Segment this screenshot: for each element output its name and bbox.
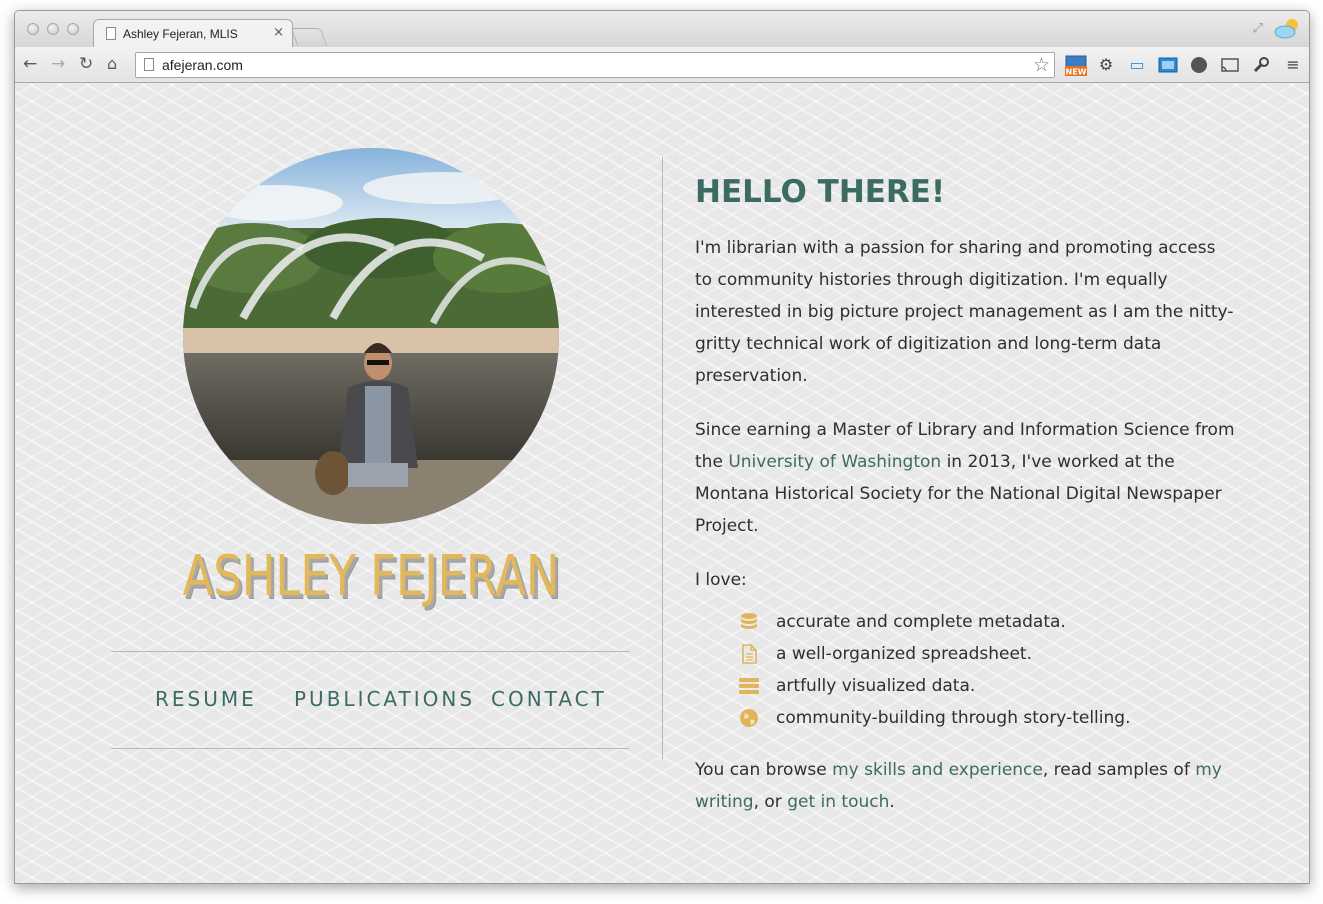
skills-link[interactable]: my skills and experience xyxy=(832,760,1043,780)
page-icon xyxy=(144,58,154,71)
university-link[interactable]: University of Washington xyxy=(728,452,941,472)
document-icon xyxy=(742,644,757,664)
weather-icon[interactable] xyxy=(1273,16,1301,40)
screenshot-icon[interactable] xyxy=(1158,55,1178,75)
education-paragraph: Since earning a Master of Library and In… xyxy=(695,420,1235,536)
nav-bottom-rule xyxy=(111,748,629,749)
list-item: community-building through story-telling… xyxy=(739,702,1235,734)
address-bar[interactable]: afejeran.com ☆ xyxy=(135,52,1055,78)
compass-icon[interactable] xyxy=(1189,55,1209,75)
contact-link[interactable]: get in touch xyxy=(787,792,889,812)
home-icon[interactable]: ⌂ xyxy=(107,54,117,74)
profile-photo xyxy=(183,148,559,524)
title-bar: Ashley Fejeran, MLIS × ⤢ xyxy=(15,11,1309,48)
browser-tab[interactable]: Ashley Fejeran, MLIS × xyxy=(93,19,293,48)
love-label: I love: xyxy=(695,570,747,590)
nav-resume-link[interactable]: RESUME xyxy=(155,687,257,711)
forward-icon[interactable]: → xyxy=(51,54,65,74)
close-window-button[interactable] xyxy=(27,23,39,35)
browser-window: Ashley Fejeran, MLIS × ⤢ ← → ↻ ⌂ afejera… xyxy=(14,10,1310,884)
extension-new-icon[interactable]: NEW xyxy=(1065,55,1087,77)
list-item: accurate and complete metadata. xyxy=(739,606,1235,638)
folder-icon[interactable]: ▭ xyxy=(1127,55,1147,75)
star-icon[interactable]: ☆ xyxy=(1033,54,1050,76)
globe-icon xyxy=(740,709,758,727)
zoom-window-button[interactable] xyxy=(67,23,79,35)
cast-icon[interactable] xyxy=(1220,55,1240,75)
fullscreen-icon[interactable]: ⤢ xyxy=(1253,21,1263,36)
reload-icon[interactable]: ↻ xyxy=(79,54,93,74)
new-tab-button[interactable] xyxy=(290,28,328,46)
url-text[interactable]: afejeran.com xyxy=(162,57,243,73)
nav-publications-link[interactable]: PUBLICATIONS xyxy=(294,687,475,711)
extension-badge: NEW xyxy=(1066,68,1087,77)
intro-paragraph: I'm librarian with a passion for sharing… xyxy=(695,238,1234,386)
menu-icon[interactable]: ≡ xyxy=(1283,55,1303,75)
browser-toolbar: ← → ↻ ⌂ afejeran.com ☆ NEW ⚙ ▭ ≡ xyxy=(15,47,1309,83)
profile-name: ASHLEY FEJERAN xyxy=(182,544,560,609)
back-icon[interactable]: ← xyxy=(23,54,37,74)
column-divider xyxy=(662,157,663,759)
list-item: artfully visualized data. xyxy=(739,670,1235,702)
web-page: ASHLEY FEJERAN RESUME PUBLICATIONS CONTA… xyxy=(15,84,1309,883)
page-icon xyxy=(106,27,116,40)
nav-contact-link[interactable]: CONTACT xyxy=(491,687,607,711)
close-icon[interactable]: × xyxy=(273,25,284,40)
database-icon xyxy=(741,613,757,629)
intro-heading: HELLO THERE! xyxy=(695,174,946,210)
wrench-icon[interactable] xyxy=(1251,55,1271,75)
love-list: accurate and complete metadata. a well-o… xyxy=(739,606,1235,734)
server-icon xyxy=(739,678,759,694)
list-item: a well-organized spreadsheet. xyxy=(739,638,1235,670)
nav-top-rule xyxy=(111,651,629,652)
browse-paragraph: You can browse my skills and experience,… xyxy=(695,760,1222,812)
intro-section: HELLO THERE! I'm librarian with a passio… xyxy=(695,174,1235,840)
tab-title: Ashley Fejeran, MLIS xyxy=(123,27,238,41)
gear-icon[interactable]: ⚙ xyxy=(1096,55,1116,75)
minimize-window-button[interactable] xyxy=(47,23,59,35)
